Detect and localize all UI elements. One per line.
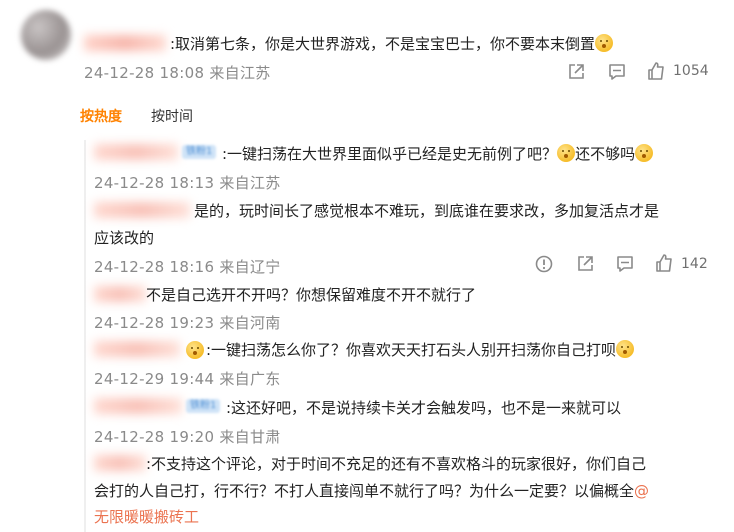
reply-meta: 24-12-29 19:44 来自广东	[94, 370, 281, 388]
main-comment-meta: 24-12-28 18:08 来自江苏	[84, 64, 271, 82]
comment-icon[interactable]	[615, 254, 635, 274]
like-icon[interactable]	[654, 253, 674, 273]
reply-meta: 24-12-28 19:23 来自河南	[94, 314, 281, 332]
reply-author-name[interactable]	[94, 202, 190, 218]
reply-text: 不是自己选开不开吗？你想保留难度不开不就行了	[146, 286, 477, 304]
reply-text-line2: 应该改的	[94, 229, 155, 247]
reply-meta: 24-12-28 18:13 来自江苏	[94, 174, 281, 192]
share-icon[interactable]	[575, 254, 595, 274]
comment-icon[interactable]	[607, 62, 627, 82]
reply-text-line1: :不支持这个评论，对于时间不充足的还有不喜欢格斗的玩家很好，你们自己	[146, 455, 647, 473]
fan-badge: 铁粉1	[182, 145, 217, 159]
like-count: 142	[681, 256, 708, 272]
mention-at-sign[interactable]: @	[634, 482, 649, 500]
tab-by-time[interactable]: 按时间	[151, 106, 193, 126]
tab-by-hot[interactable]: 按热度	[80, 106, 122, 126]
like-icon[interactable]	[646, 61, 666, 81]
reply-author-name[interactable]	[94, 455, 146, 471]
reply-author-name[interactable]	[94, 398, 182, 414]
thinking-emoji-icon	[595, 34, 614, 52]
reply-author-name[interactable]	[94, 341, 180, 357]
thinking-emoji-icon	[635, 144, 654, 162]
reply-thread-line	[84, 140, 86, 532]
avatar[interactable]	[21, 10, 71, 60]
reply-author-name[interactable]	[94, 144, 178, 160]
reply-text: :一键扫荡怎么你了？你喜欢天天打石头人别开扫荡你自己打呗	[206, 339, 635, 360]
share-icon[interactable]	[566, 62, 586, 82]
reply-text: :一键扫荡在大世界里面似乎已经是史无前例了吧？ 还不够吗	[222, 143, 654, 164]
fan-badge: 铁粉1	[186, 399, 221, 413]
reply-text-line1: 是的，玩时间长了感觉根本不难玩，到底谁在要求改，多加复活点才是	[194, 202, 660, 220]
commenter-name[interactable]	[84, 35, 166, 51]
reply-text: :这还好吧，不是说持续卡关才会触发吗，也不是一来就可以	[226, 399, 622, 417]
reply-meta: 24-12-28 19:20 来自甘肃	[94, 428, 281, 446]
smile-emoji-icon	[616, 340, 635, 358]
reply-author-name[interactable]	[94, 286, 146, 302]
fan-medal-icon	[186, 341, 204, 359]
mention-link[interactable]: 无限暖暖搬砖工	[94, 506, 199, 527]
like-count: 1054	[673, 63, 709, 79]
reply-meta: 24-12-28 18:16 来自辽宁	[94, 258, 281, 276]
reply-text-line2: 会打的人自己打，行不行？不打人直接闯单不就行了吗？为什么一定要？以偏概全@	[94, 482, 650, 500]
main-comment-text: :取消第七条，你是大世界游戏，不是宝宝巴士，你不要本末倒置	[170, 33, 614, 54]
report-icon[interactable]	[534, 254, 554, 274]
thinking-emoji-icon	[557, 144, 576, 162]
